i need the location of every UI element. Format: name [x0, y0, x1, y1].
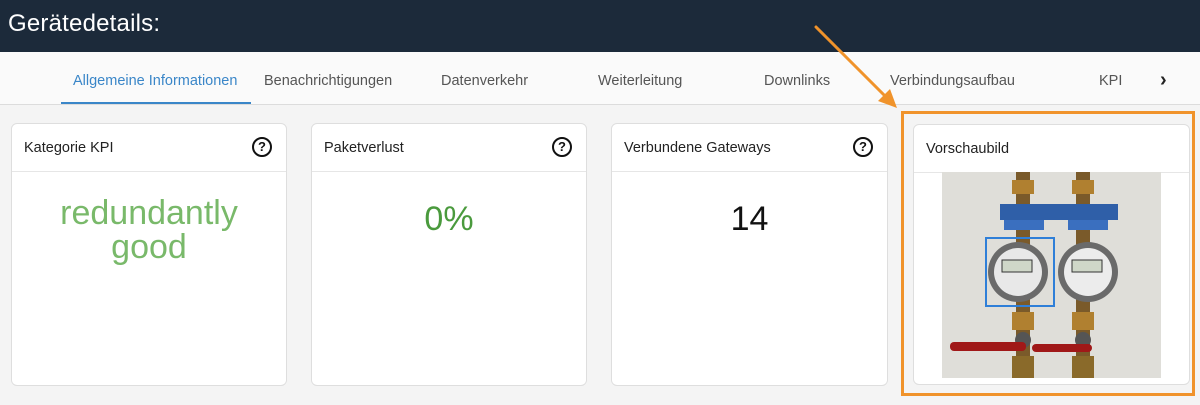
- card-title: Kategorie KPI: [24, 140, 114, 156]
- help-icon[interactable]: ?: [252, 137, 272, 157]
- page-title: Gerätedetails:: [8, 10, 161, 37]
- kpi-category-value: redundantly good: [12, 196, 286, 264]
- tab-kpi[interactable]: KPI: [1099, 73, 1122, 89]
- card-header: Verbundene Gateways ?: [612, 124, 887, 172]
- tab-data-traffic[interactable]: Datenverkehr: [441, 73, 528, 89]
- tab-connection-setup[interactable]: Verbindungsaufbau: [890, 73, 1015, 89]
- kpi-value-line1: redundantly: [60, 194, 238, 232]
- connected-gateways-card: Verbundene Gateways ? 14: [611, 123, 888, 386]
- active-tab-indicator: [61, 102, 251, 104]
- help-icon[interactable]: ?: [552, 137, 572, 157]
- card-header: Kategorie KPI ?: [12, 124, 286, 172]
- tab-bar: Allgemeine Informationen Benachrichtigun…: [0, 52, 1200, 105]
- card-title: Paketverlust: [324, 140, 404, 156]
- tab-general-info[interactable]: Allgemeine Informationen: [73, 73, 237, 89]
- app-header: Gerätedetails:: [0, 0, 1200, 52]
- chevron-right-icon[interactable]: ›: [1160, 69, 1167, 92]
- card-header: Paketverlust ?: [312, 124, 586, 172]
- help-icon[interactable]: ?: [853, 137, 873, 157]
- kpi-category-card: Kategorie KPI ? redundantly good: [11, 123, 287, 386]
- packet-loss-card: Paketverlust ? 0%: [311, 123, 587, 386]
- packet-loss-value: 0%: [424, 200, 474, 238]
- gateways-value: 14: [730, 200, 769, 238]
- kpi-value-line2: good: [111, 228, 187, 266]
- highlight-box: [901, 111, 1195, 396]
- tab-notifications[interactable]: Benachrichtigungen: [264, 73, 392, 89]
- tab-forwarding[interactable]: Weiterleitung: [598, 73, 682, 89]
- card-title: Verbundene Gateways: [624, 140, 771, 156]
- tab-downlinks[interactable]: Downlinks: [764, 73, 830, 89]
